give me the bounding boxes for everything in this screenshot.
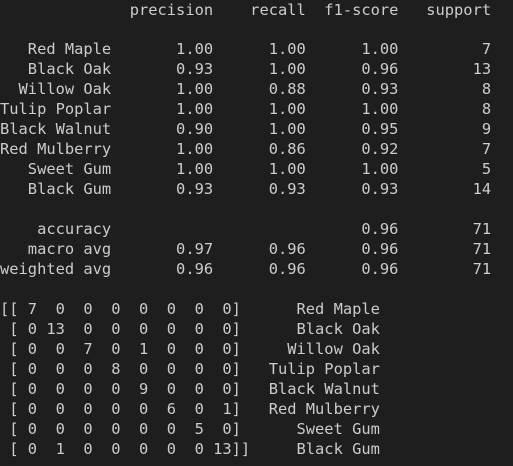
- report-row: Red Mulberry 1.00 0.86 0.92 7: [0, 140, 492, 158]
- report-row: Willow Oak 1.00 0.88 0.93 8: [0, 80, 492, 98]
- report-accuracy-row: accuracy 0.96 71: [0, 220, 492, 238]
- report-row: Tulip Poplar 1.00 1.00 1.00 8: [0, 100, 492, 118]
- confusion-matrix-row: [ 0 0 7 0 1 0 0 0] Willow Oak: [0, 340, 380, 358]
- report-row: Red Maple 1.00 1.00 1.00 7: [0, 40, 492, 58]
- report-row: Black Oak 0.93 1.00 0.96 13: [0, 60, 492, 78]
- report-weighted-avg-row: weighted avg 0.96 0.96 0.96 71: [0, 260, 492, 278]
- confusion-matrix-row: [ 0 0 0 0 9 0 0 0] Black Walnut: [0, 380, 380, 398]
- confusion-matrix-row: [ 0 0 0 8 0 0 0 0] Tulip Poplar: [0, 360, 380, 378]
- confusion-matrix-row: [[ 7 0 0 0 0 0 0 0] Red Maple: [0, 300, 380, 318]
- report-row: Black Gum 0.93 0.93 0.93 14: [0, 180, 492, 198]
- report-row: Black Walnut 0.90 1.00 0.95 9: [0, 120, 492, 138]
- report-header: precision recall f1-score support: [0, 1, 492, 19]
- terminal-output: precision recall f1-score support Red Ma…: [0, 0, 513, 466]
- confusion-matrix-row: [ 0 1 0 0 0 0 0 13]] Black Gum: [0, 440, 380, 458]
- confusion-matrix-row: [ 0 0 0 0 0 0 5 0] Sweet Gum: [0, 420, 380, 438]
- report-row: Sweet Gum 1.00 1.00 1.00 5: [0, 160, 492, 178]
- confusion-matrix-row: [ 0 13 0 0 0 0 0 0] Black Oak: [0, 320, 380, 338]
- confusion-matrix-row: [ 0 0 0 0 0 6 0 1] Red Mulberry: [0, 400, 380, 418]
- report-macro-avg-row: macro avg 0.97 0.96 0.96 71: [0, 240, 492, 258]
